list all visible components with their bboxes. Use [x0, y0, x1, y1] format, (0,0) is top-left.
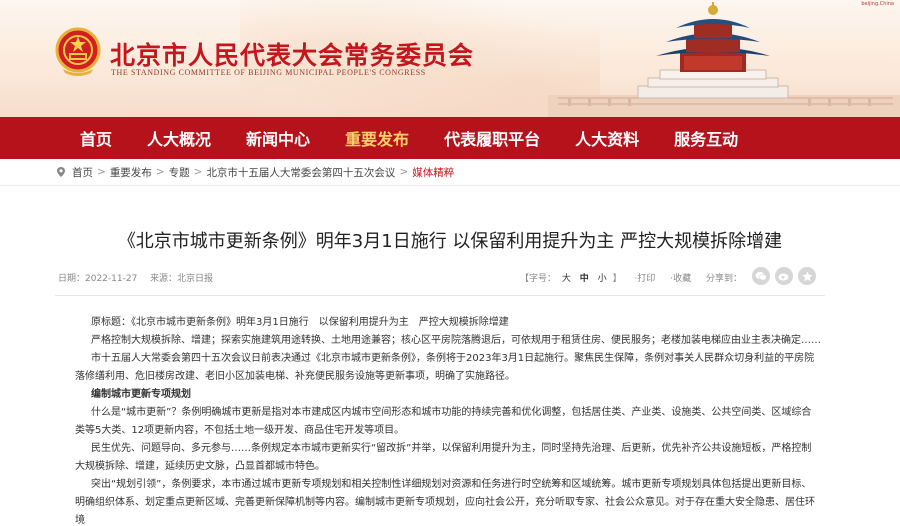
breadcrumb-separator: >	[399, 166, 409, 178]
paragraph: 市十五届人大常委会第四十五次会议日前表决通过《北京市城市更新条例》，条例将于20…	[75, 353, 815, 382]
article-meta: 日期：2022-11-27 来源：北京日报 【字号： 大 中 小 】 ·打印 ·…	[0, 267, 900, 289]
font-size-small-button[interactable]: 小	[598, 274, 607, 284]
font-size-medium-button[interactable]: 中	[580, 274, 589, 284]
print-button[interactable]: ·打印	[634, 274, 655, 284]
site-header: 北京市人民代表大会常务委员会 THE STANDING COMMITTEE OF…	[0, 0, 900, 117]
font-size-large-button[interactable]: 大	[562, 274, 571, 284]
wechat-icon[interactable]	[752, 267, 770, 285]
weibo-icon[interactable]	[775, 267, 793, 285]
paragraph: 严格控制大规模拆除、增建；探索实施建筑用途转换、土地用途兼容；核心区平房院落腾退…	[91, 335, 821, 346]
nav-item-delegates[interactable]: 代表履职平台	[444, 126, 540, 150]
article-tools: 【字号： 大 中 小 】 ·打印 ·收藏	[520, 271, 691, 284]
breadcrumb: 首页 > 重要发布 > 专题 > 北京市十五届人大常委会第四十五次会议 > 媒体…	[0, 159, 900, 186]
article-source: 来源：北京日报	[150, 274, 214, 284]
national-emblem-icon	[55, 27, 101, 76]
breadcrumb-item[interactable]: 重要发布	[110, 165, 152, 180]
paragraph: 原标题：《北京市城市更新条例》明年3月1日施行 以保留利用提升为主 严控大规模拆…	[91, 317, 509, 328]
divider	[55, 295, 825, 296]
paragraph: 突出“规划引领”，条例要求，本市通过城市更新专项规划和相关控制性详细规划对资源和…	[75, 479, 815, 526]
temple-of-heaven-image	[548, 2, 900, 117]
location-pin-icon	[57, 167, 65, 177]
favorite-star-icon[interactable]	[798, 267, 816, 285]
site-title: 北京市人民代表大会常务委员会	[110, 41, 475, 70]
nav-item-news[interactable]: 新闻中心	[246, 126, 310, 150]
breadcrumb-separator: >	[155, 166, 165, 178]
favorite-button[interactable]: ·收藏	[670, 274, 691, 284]
font-size-close: 】	[612, 274, 622, 284]
breadcrumb-separator: >	[193, 166, 203, 178]
paragraph: 什么是“城市更新”？条例明确城市更新是指对本市建成区内城市空间形态和城市功能的持…	[75, 407, 812, 436]
breadcrumb-home[interactable]: 首页	[72, 165, 93, 180]
paragraph: 民生优先、问题导向、多元参与……条例规定本市城市更新实行“留改拆”并举，以保留利…	[75, 443, 812, 472]
site-subtitle: THE STANDING COMMITTEE OF BEIJING MUNICI…	[111, 68, 426, 77]
breadcrumb-separator: >	[97, 166, 106, 178]
article-date: 日期：2022-11-27	[58, 274, 138, 284]
nav-item-home[interactable]: 首页	[80, 126, 112, 150]
breadcrumb-item[interactable]: 专题	[169, 165, 190, 180]
article-title: 《北京市城市更新条例》明年3月1日施行 以保留利用提升为主 严控大规模拆除增建	[117, 231, 783, 252]
article-body: 原标题：《北京市城市更新条例》明年3月1日施行 以保留利用提升为主 严控大规模拆…	[75, 314, 821, 526]
nav-item-overview[interactable]: 人大概况	[147, 126, 211, 150]
breadcrumb-item[interactable]: 北京市十五届人大常委会第四十五次会议	[206, 165, 395, 180]
nav-item-service[interactable]: 服务互动	[674, 126, 738, 150]
nav-item-materials[interactable]: 人大资料	[575, 126, 639, 150]
section-heading: 编制城市更新专项规划	[91, 389, 191, 400]
main-nav: 首页 人大概况 新闻中心 重要发布 代表履职平台 人大资料 服务互动	[0, 117, 900, 159]
font-size-label: 【字号：	[520, 274, 557, 284]
nav-item-releases[interactable]: 重要发布	[345, 126, 409, 150]
breadcrumb-current[interactable]: 媒体精粹	[412, 165, 454, 180]
share-label: 分享到：	[706, 274, 743, 284]
